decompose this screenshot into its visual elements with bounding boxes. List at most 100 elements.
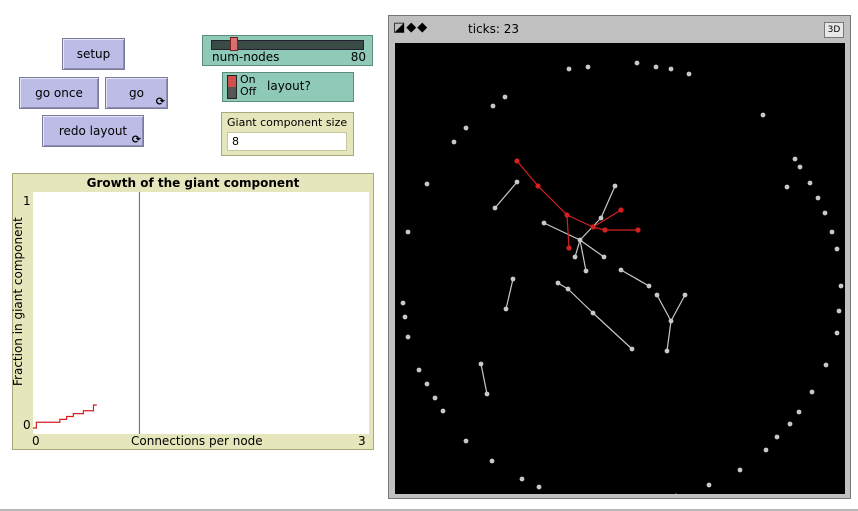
network-node <box>489 458 495 464</box>
network-node <box>416 367 422 373</box>
network-node <box>519 476 525 482</box>
plot-series-line <box>33 404 97 429</box>
network-node <box>598 215 604 221</box>
plot-area <box>33 192 369 434</box>
network-node <box>668 318 674 324</box>
network-node <box>565 286 571 292</box>
network-node <box>664 348 670 354</box>
giant-component-link <box>566 214 570 249</box>
plot-xmax-label: 3 <box>358 434 366 448</box>
world-canvas[interactable] <box>395 43 845 507</box>
giant-component-link <box>537 185 568 216</box>
network-node <box>834 246 840 252</box>
network-node <box>463 438 469 444</box>
giant-component-node <box>590 224 596 230</box>
network-node <box>405 334 411 340</box>
ticks-counter: ticks: 23 <box>468 22 519 36</box>
giant-component-node <box>564 212 570 218</box>
giant-component-monitor: Giant component size 8 <box>221 112 354 156</box>
slider-name: num-nodes <box>212 50 280 64</box>
network-link <box>505 278 514 310</box>
network-node <box>492 205 498 211</box>
switch-name: layout? <box>267 79 311 93</box>
network-node <box>686 71 692 77</box>
redo-layout-button[interactable]: redo layout ⟳ <box>42 115 144 147</box>
forever-icon: ⟳ <box>131 133 141 146</box>
go-once-button-label: go once <box>35 86 83 100</box>
giant-component-plot: Growth of the giant component Fraction i… <box>11 173 374 450</box>
network-node <box>838 283 844 289</box>
giant-component-node <box>602 227 608 233</box>
plot-xmin-label: 0 <box>32 434 40 448</box>
network-node <box>668 66 674 72</box>
network-node <box>601 254 607 260</box>
network-node <box>536 484 542 490</box>
network-graph <box>400 60 844 507</box>
network-link <box>543 222 581 241</box>
network-node <box>424 381 430 387</box>
network-node <box>763 447 769 453</box>
giant-component-link <box>592 209 622 228</box>
slider-knob[interactable] <box>230 37 239 51</box>
network-link <box>670 294 686 322</box>
network-node <box>618 267 624 273</box>
network-node <box>583 268 589 274</box>
network-node <box>797 164 803 170</box>
num-nodes-slider[interactable]: num-nodes 80 <box>202 35 373 66</box>
giant-component-link <box>516 160 539 187</box>
network-node <box>490 103 496 109</box>
plot-ylabel: Fraction in giant component <box>11 217 25 386</box>
layout-switch[interactable]: On Off layout? <box>222 72 354 102</box>
network-node <box>424 181 430 187</box>
giant-component-node <box>535 183 541 189</box>
view-controls-icon[interactable]: ◪◆◆ <box>393 20 428 35</box>
network-node <box>463 125 469 131</box>
plot-title: Growth of the giant component <box>86 176 300 190</box>
world-view: ◪◆◆ ticks: 23 3D <box>388 15 851 507</box>
network-node <box>440 408 446 414</box>
network-node <box>834 330 840 336</box>
switch-toggle[interactable] <box>227 75 237 99</box>
3d-button[interactable]: 3D <box>824 22 844 38</box>
network-node <box>629 346 635 352</box>
network-node <box>706 482 712 488</box>
setup-button-label: setup <box>76 47 111 61</box>
network-link <box>579 239 605 258</box>
network-node <box>510 276 516 282</box>
slider-value: 80 <box>350 50 366 64</box>
network-node <box>541 220 547 226</box>
network-node <box>654 292 660 298</box>
giant-component-node <box>635 227 641 233</box>
network-node <box>737 467 743 473</box>
network-node <box>514 179 520 185</box>
go-once-button[interactable]: go once <box>19 77 99 109</box>
monitor-name: Giant component size <box>227 116 348 129</box>
network-link <box>494 181 518 209</box>
giant-component-node <box>618 207 624 213</box>
network-node <box>400 300 406 306</box>
switch-knob <box>228 76 236 87</box>
network-link <box>600 185 616 219</box>
go-button[interactable]: go ⟳ <box>105 77 168 109</box>
network-node <box>646 283 652 289</box>
network-node <box>566 66 572 72</box>
setup-button[interactable]: setup <box>62 38 125 70</box>
redo-layout-button-label: redo layout <box>58 124 128 138</box>
forever-icon: ⟳ <box>155 95 165 108</box>
network-node <box>484 391 490 397</box>
network-node <box>784 184 790 190</box>
network-node <box>815 195 821 201</box>
network-link <box>480 363 488 395</box>
network-node <box>653 64 659 70</box>
switch-off-label: Off <box>240 85 257 98</box>
network-node <box>822 210 828 216</box>
plot-canvas <box>33 192 140 434</box>
plot-xlabel: Connections per node <box>131 434 263 448</box>
network-node <box>809 389 815 395</box>
giant-component-link <box>566 214 594 228</box>
network-link <box>579 239 587 272</box>
network-node <box>590 310 596 316</box>
network-link <box>567 288 594 314</box>
network-node <box>682 292 688 298</box>
network-node <box>405 229 411 235</box>
